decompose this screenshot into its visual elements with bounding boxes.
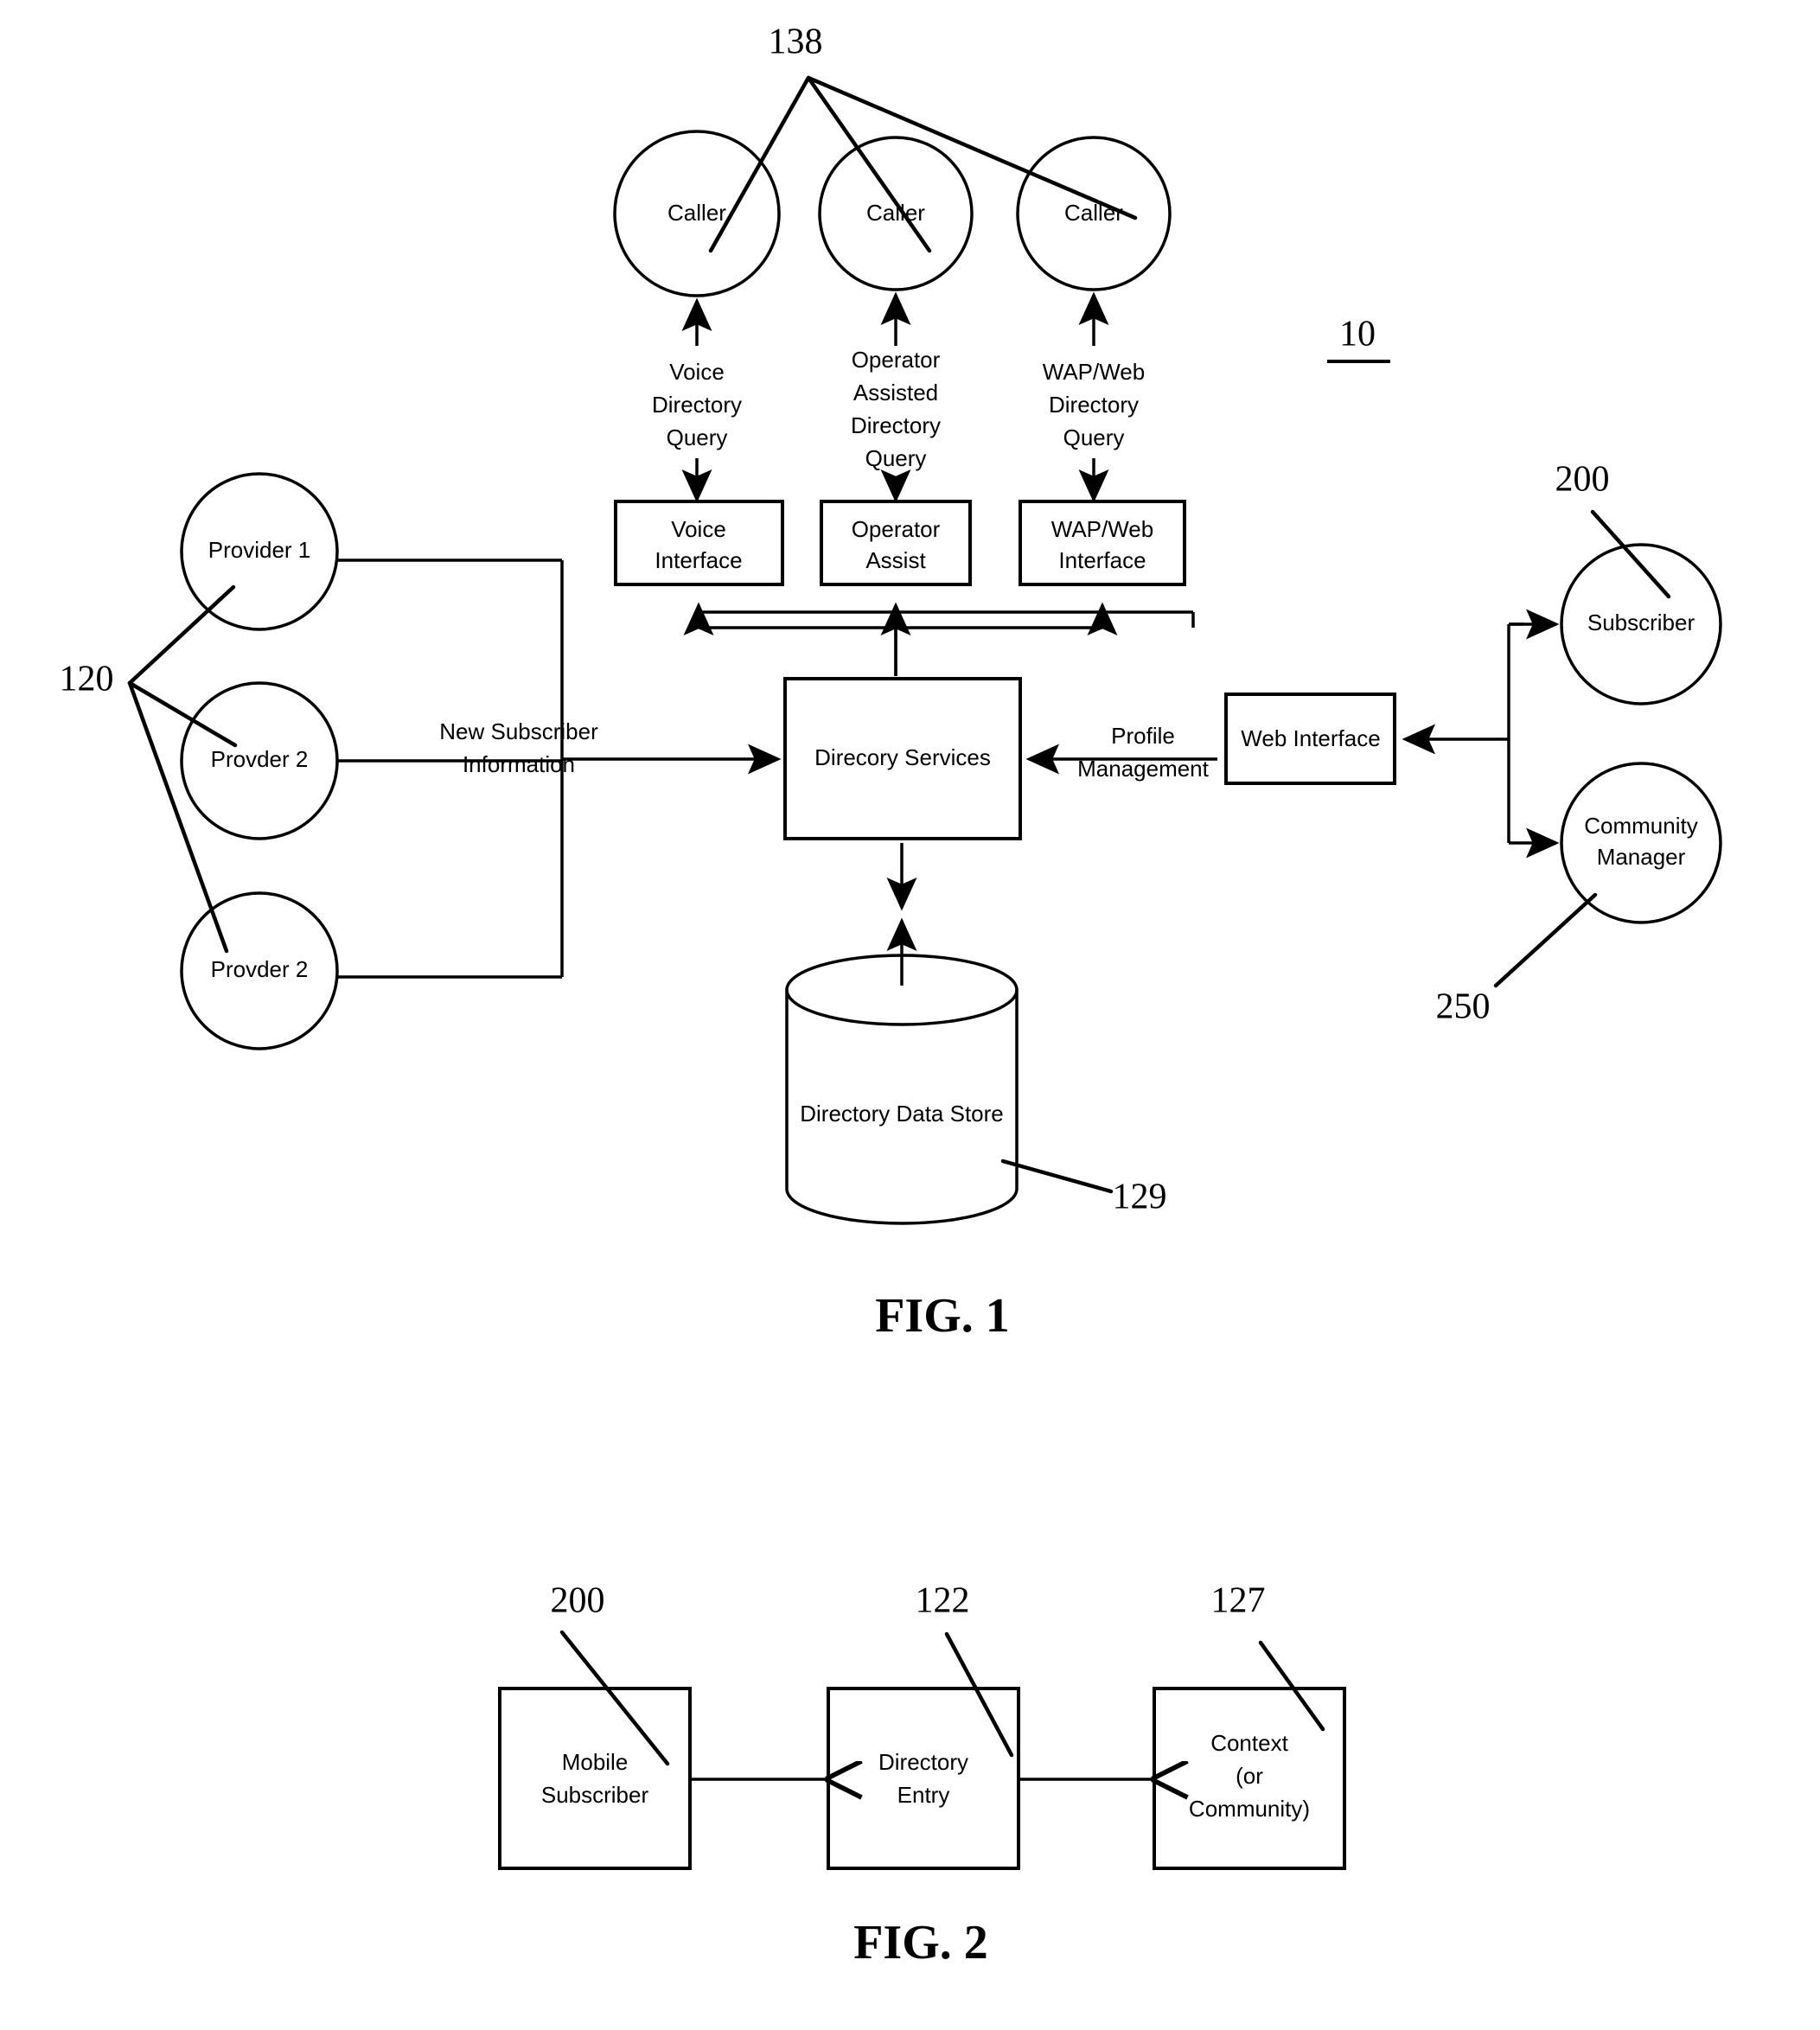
fig2-entity-3-line1: Context — [1210, 1730, 1288, 1756]
operator-assist-line1: Operator — [852, 516, 941, 542]
community-manager-node: Community Manager — [1560, 762, 1722, 924]
operator-query-line4: Query — [865, 445, 927, 471]
caller-node-3: Caller — [1016, 136, 1172, 291]
community-manager-ref-leader: 250 — [1436, 892, 1598, 1027]
profile-management-line2: Management — [1077, 756, 1210, 782]
figure2-caption: FIG. 2 — [853, 1916, 988, 1969]
ref-200-fig2: 200 — [551, 1581, 605, 1621]
ref-122: 122 — [916, 1581, 970, 1621]
caller-node-2: Caller — [818, 136, 974, 291]
fig2-context-box: Context (or Community) — [1153, 1687, 1346, 1870]
subscriber-label: Subscriber — [1587, 610, 1695, 635]
ref-129: 129 — [1113, 1178, 1167, 1217]
ref-250: 250 — [1436, 987, 1491, 1027]
new-subscriber-info-line1: New Subscriber — [439, 718, 598, 744]
voice-query-flow: Voice Directory Query — [652, 297, 742, 503]
system-ref-10: 10 — [1327, 315, 1390, 363]
subscriber-community-bus — [1402, 609, 1560, 859]
provider-node-3: Provder 2 — [180, 891, 339, 1050]
wapweb-interface-line2: Interface — [1058, 547, 1146, 573]
caller-node-2-label: Caller — [866, 200, 925, 226]
wapweb-query-line1: WAP/Web — [1043, 359, 1145, 385]
wapweb-interface-box: WAP/Web Interface — [1019, 500, 1186, 586]
wapweb-query-line2: Directory — [1049, 392, 1139, 418]
operator-assist-line2: Assist — [865, 547, 926, 573]
caller-node-1-label: Caller — [667, 200, 726, 226]
new-subscriber-information-flow: New Subscriber Information — [337, 559, 782, 979]
web-interface-label: Web Interface — [1241, 725, 1380, 751]
figure1-caption: FIG. 1 — [875, 1289, 1010, 1343]
subscriber-ref-leader: 200 — [1555, 460, 1671, 599]
wapweb-query-line3: Query — [1063, 425, 1125, 450]
voice-interface-line2: Interface — [655, 547, 742, 573]
directory-services-box: Direcory Services — [783, 677, 1022, 840]
interface-bus — [683, 602, 1195, 676]
patent-drawing-page: 138 Caller Caller Caller 10 Voice Direct… — [0, 0, 1820, 2030]
ref-10: 10 — [1339, 315, 1376, 354]
wapweb-query-flow: WAP/Web Directory Query — [1043, 291, 1145, 503]
fig2-entity-2-line2: Entry — [897, 1782, 950, 1808]
fig2-entity-1-line1: Mobile — [562, 1749, 629, 1775]
fig2-entity-3-line2: (or — [1236, 1763, 1263, 1789]
fig2-entity-2-line1: Directory — [878, 1749, 968, 1775]
ref-120: 120 — [60, 660, 114, 699]
profile-management-flow: Profile Management — [1025, 723, 1217, 782]
voice-interface-box: Voice Interface — [614, 500, 784, 586]
data-store-ref-leader: 129 — [1000, 1159, 1167, 1217]
operator-query-flow: Operator Assisted Directory Query — [851, 291, 941, 503]
provider-node-2: Provder 2 — [180, 681, 339, 840]
directory-data-store: Directory Data Store — [785, 843, 1019, 1225]
provider-node-1: Provider 1 — [180, 472, 339, 631]
ref-200-fig1: 200 — [1555, 460, 1610, 500]
operator-query-line3: Directory — [851, 412, 941, 438]
voice-query-line2: Directory — [652, 392, 742, 418]
community-manager-line1: Community — [1584, 813, 1697, 839]
fig2-entity-3-line3: Community) — [1189, 1796, 1310, 1822]
ref-127: 127 — [1211, 1581, 1266, 1621]
community-manager-line2: Manager — [1597, 844, 1686, 870]
new-subscriber-info-line2: Information — [463, 751, 575, 777]
providers-ref-leader: 120 — [60, 584, 238, 954]
provider-node-1-label: Provider 1 — [208, 537, 311, 563]
caller-node-3-label: Caller — [1064, 200, 1123, 226]
fig2-mobile-subscriber-box: Mobile Subscriber — [498, 1687, 692, 1870]
operator-query-line2: Assisted — [853, 380, 938, 405]
web-interface-box: Web Interface — [1224, 693, 1396, 785]
fig2-entity-1-line2: Subscriber — [541, 1782, 649, 1808]
voice-query-line1: Voice — [669, 359, 725, 385]
operator-query-line1: Operator — [852, 347, 941, 373]
wapweb-interface-line1: WAP/Web — [1051, 516, 1153, 542]
operator-assist-box: Operator Assist — [820, 500, 972, 586]
provider-node-2-label: Provder 2 — [211, 746, 309, 772]
figures-canvas: 138 Caller Caller Caller 10 Voice Direct… — [60, 22, 1722, 1969]
profile-management-line1: Profile — [1111, 723, 1175, 749]
voice-query-line3: Query — [667, 425, 728, 450]
ref-138: 138 — [769, 22, 823, 62]
directory-services-label: Direcory Services — [814, 744, 991, 770]
provider-node-3-label: Provder 2 — [211, 956, 309, 982]
voice-interface-line1: Voice — [671, 516, 726, 542]
caller-node-1: Caller — [613, 130, 781, 297]
directory-data-store-label: Directory Data Store — [800, 1101, 1004, 1127]
